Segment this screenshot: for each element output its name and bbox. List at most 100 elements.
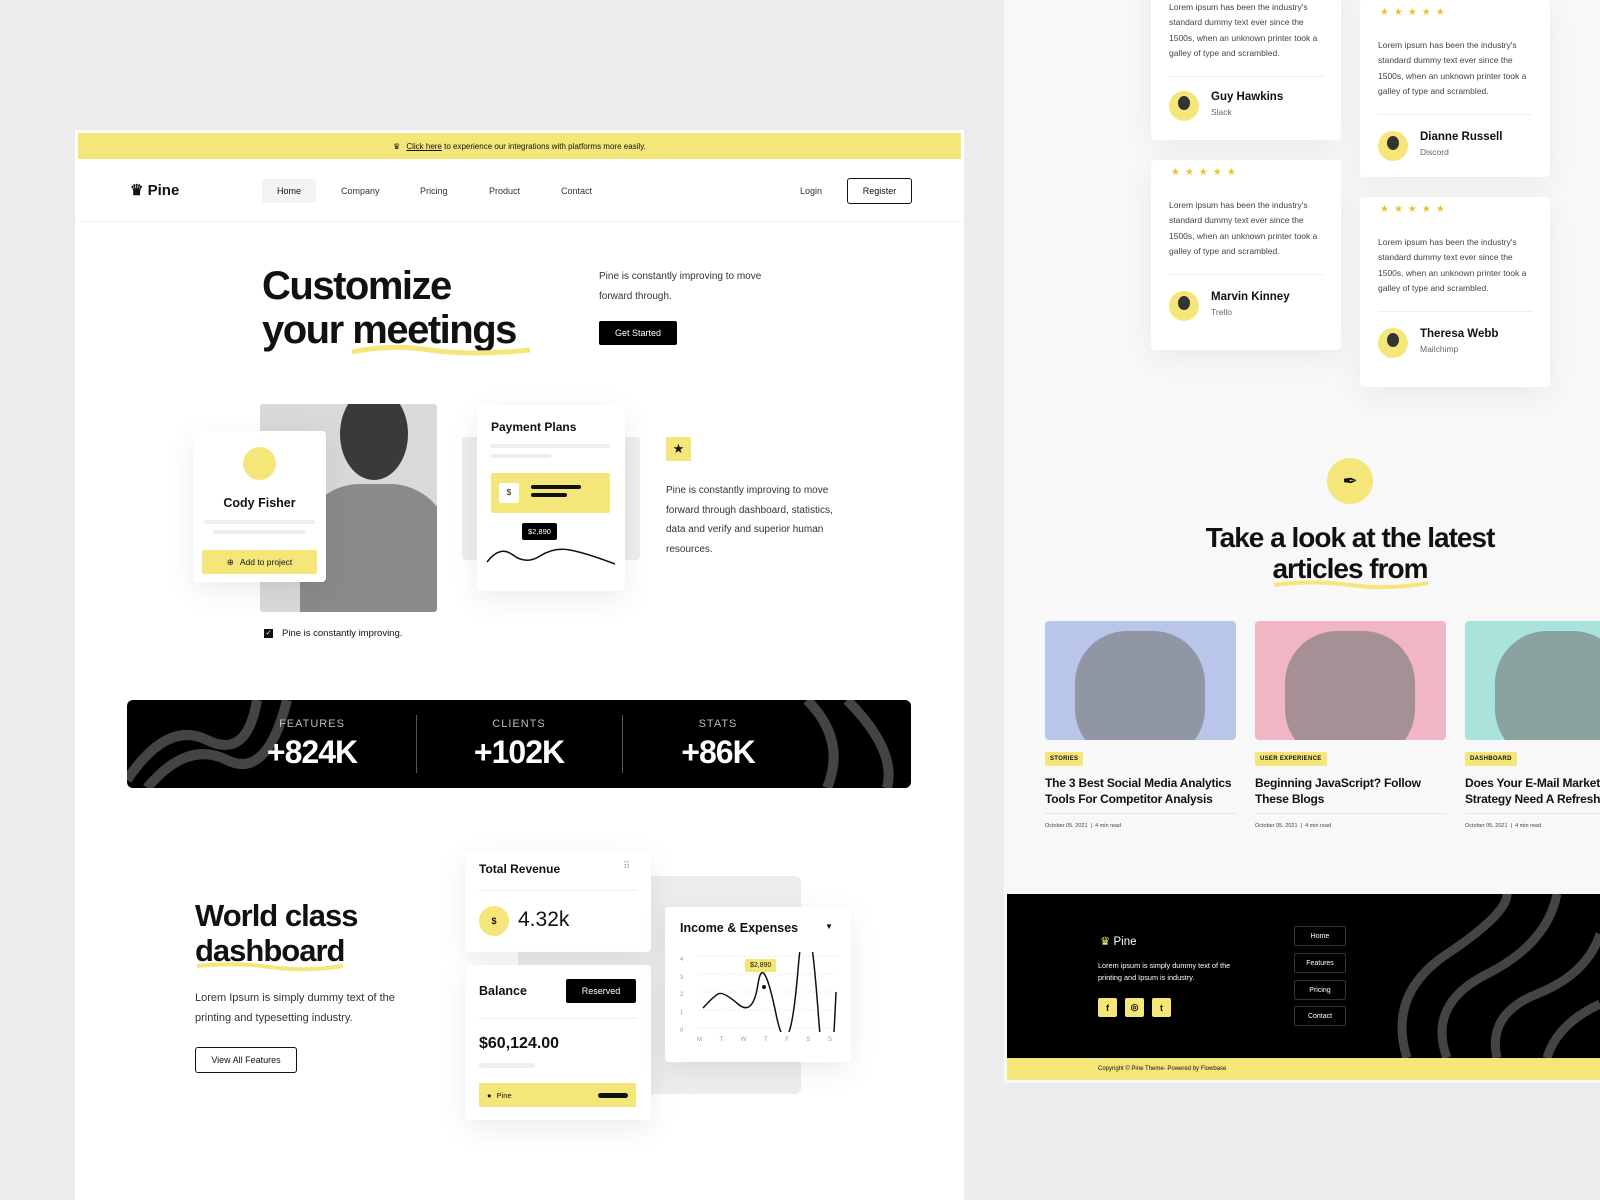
testimonial-name: Dianne Russell xyxy=(1420,131,1503,143)
profile-card: Cody Fisher ⊕ Add to project xyxy=(193,431,326,582)
dashboard-title: World class dashboard xyxy=(195,898,358,968)
testimonial-text: Lorem ipsum has been the industry's stan… xyxy=(1169,2,1318,59)
card-title: Income & Expenses xyxy=(680,921,799,935)
nav-contact[interactable]: Contact xyxy=(561,186,592,196)
article-card[interactable]: DASHBOARD Does Your E-Mail Marketing Str… xyxy=(1465,621,1600,829)
balance-item[interactable]: ● Pine xyxy=(479,1083,636,1107)
article-meta: October 05, 2021 | 4 min read xyxy=(1045,823,1122,829)
feature-description: Pine is constantly improving to move for… xyxy=(666,485,833,555)
y-tick: 1 xyxy=(680,1010,684,1017)
article-tag: DASHBOARD xyxy=(1465,752,1517,766)
article-tag: STORIES xyxy=(1045,752,1084,766)
footer-link-home[interactable]: Home xyxy=(1294,926,1346,946)
announcement-banner: ♛ Click here to experience our integrati… xyxy=(78,133,961,159)
testimonial-name: Marvin Kinney xyxy=(1211,291,1290,303)
article-card[interactable]: USER EXPERIENCE Beginning JavaScript? Fo… xyxy=(1255,621,1446,829)
avatar xyxy=(1378,131,1408,161)
stat-stats: STATS +86K xyxy=(681,718,755,770)
footer-description: Lorem ipsum is simply dummy text of the … xyxy=(1098,961,1231,982)
testimonial-company: Trello xyxy=(1211,307,1232,317)
balance-card: Balance Reserved $60,124.00 ● Pine xyxy=(465,965,651,1120)
chart-tooltip: $2,890 xyxy=(745,959,777,972)
article-image xyxy=(1255,621,1446,740)
banner-text: to experience our integrations with plat… xyxy=(441,141,646,151)
logo[interactable]: ♛ Pine xyxy=(130,181,179,199)
add-to-project-button[interactable]: ⊕ Add to project xyxy=(202,550,317,574)
testimonial-text: Lorem ipsum has been the industry's stan… xyxy=(1378,40,1527,97)
nav-product[interactable]: Product xyxy=(489,186,520,196)
y-tick: 2 xyxy=(680,992,684,999)
profile-name: Cody Fisher xyxy=(223,496,296,510)
divider xyxy=(78,221,961,222)
x-tick: F xyxy=(785,1037,789,1043)
y-tick: 4 xyxy=(680,957,684,963)
article-image xyxy=(1045,621,1236,740)
login-link[interactable]: Login xyxy=(800,186,822,196)
drag-handle-icon[interactable]: ⠿ xyxy=(623,861,630,872)
hero-title: Customize your meetings xyxy=(262,264,517,352)
nav-company[interactable]: Company xyxy=(341,186,380,196)
crown-icon: ♛ xyxy=(1100,936,1111,948)
twitter-icon[interactable]: t xyxy=(1152,998,1171,1017)
crown-icon: ♛ xyxy=(393,141,401,151)
get-started-button[interactable]: Get Started xyxy=(599,321,677,345)
footer-link-contact[interactable]: Contact xyxy=(1294,1006,1346,1026)
dropdown-chevron-icon[interactable]: ▼ xyxy=(825,922,833,931)
instagram-icon[interactable]: ◎ xyxy=(1125,998,1144,1017)
copyright: Copyright © Pine Theme- Powered by Flowb… xyxy=(1007,1058,1600,1080)
view-all-features-button[interactable]: View All Features xyxy=(195,1047,297,1073)
facebook-icon[interactable]: f xyxy=(1098,998,1117,1017)
stats-banner: FEATURES +824K CLIENTS +102K STATS +86K xyxy=(127,700,911,788)
check-text: Pine is constantly improving. xyxy=(282,628,403,639)
chart-tooltip: $2,890 xyxy=(522,523,557,540)
footer-link-pricing[interactable]: Pricing xyxy=(1294,980,1346,1000)
testimonial-card: Lorem ipsum has been the industry's stan… xyxy=(1151,0,1341,140)
articles-title: Take a look at the latest articles from xyxy=(1205,522,1496,584)
reserved-button[interactable]: Reserved xyxy=(566,979,636,1003)
footer-link-features[interactable]: Features xyxy=(1294,953,1346,973)
nav-home[interactable]: Home xyxy=(262,179,316,203)
underline-squiggle xyxy=(351,344,531,356)
brand-name: Pine xyxy=(147,182,180,199)
banner-link[interactable]: Click here xyxy=(406,142,442,151)
card-title: Total Revenue xyxy=(479,862,561,876)
testimonial-company: Discord xyxy=(1420,147,1449,157)
underline-squiggle xyxy=(1273,580,1429,590)
article-title[interactable]: The 3 Best Social Media Analytics Tools … xyxy=(1045,776,1236,807)
article-meta: October 05, 2021 | 4 min read xyxy=(1255,823,1332,829)
nav-pricing[interactable]: Pricing xyxy=(420,186,448,196)
testimonial-card: ★★★★★ Lorem ipsum has been the industry'… xyxy=(1360,197,1550,387)
stat-features: FEATURES +824K xyxy=(266,718,358,770)
checkbox-icon[interactable]: ✓ xyxy=(264,629,273,638)
underline-squiggle xyxy=(196,962,344,972)
hero-description: Pine is constantly improving to move for… xyxy=(599,271,762,302)
card-title: Balance xyxy=(479,984,527,998)
article-card[interactable]: STORIES The 3 Best Social Media Analytic… xyxy=(1045,621,1236,829)
balance-value: $60,124.00 xyxy=(479,1035,560,1052)
avatar xyxy=(243,447,276,480)
testimonial-name: Theresa Webb xyxy=(1420,328,1499,340)
sparkline xyxy=(486,548,616,565)
dollar-icon: $ xyxy=(479,906,509,936)
register-button[interactable]: Register xyxy=(847,178,912,204)
testimonial-card: ★★★★★ Lorem ipsum has been the industry'… xyxy=(1360,0,1550,177)
rating-stars: ★★★★★ xyxy=(1171,167,1241,178)
article-title[interactable]: Does Your E-Mail Marketing Strategy Need… xyxy=(1465,776,1600,807)
testimonial-name: Guy Hawkins xyxy=(1211,91,1284,103)
x-tick: S xyxy=(827,1037,832,1043)
plus-circle-icon: ⊕ xyxy=(226,556,234,567)
footer-logo[interactable]: ♛ Pine xyxy=(1100,934,1137,948)
article-image xyxy=(1465,621,1600,740)
x-tick: T xyxy=(763,1037,768,1043)
article-title[interactable]: Beginning JavaScript? Follow These Blogs xyxy=(1255,776,1446,807)
income-expenses-card: Income & Expenses ▼ 4 3 2 1 0 M T W T F S S $2,890 xyxy=(665,907,851,1062)
rating-stars: ★★★★★ xyxy=(1380,7,1450,18)
x-tick: M xyxy=(697,1037,702,1043)
dashboard-description: Lorem Ipsum is simply dummy text of the … xyxy=(195,992,395,1024)
avatar xyxy=(1169,291,1199,321)
star-icon: ★ xyxy=(666,437,691,461)
total-revenue-card: Total Revenue ⠿ $ 4.32k xyxy=(465,851,651,952)
dollar-icon: $ xyxy=(499,483,519,503)
testimonial-text: Lorem ipsum has been the industry's stan… xyxy=(1169,200,1318,257)
payment-plans-card: Payment Plans $ $2,890 xyxy=(477,405,625,591)
